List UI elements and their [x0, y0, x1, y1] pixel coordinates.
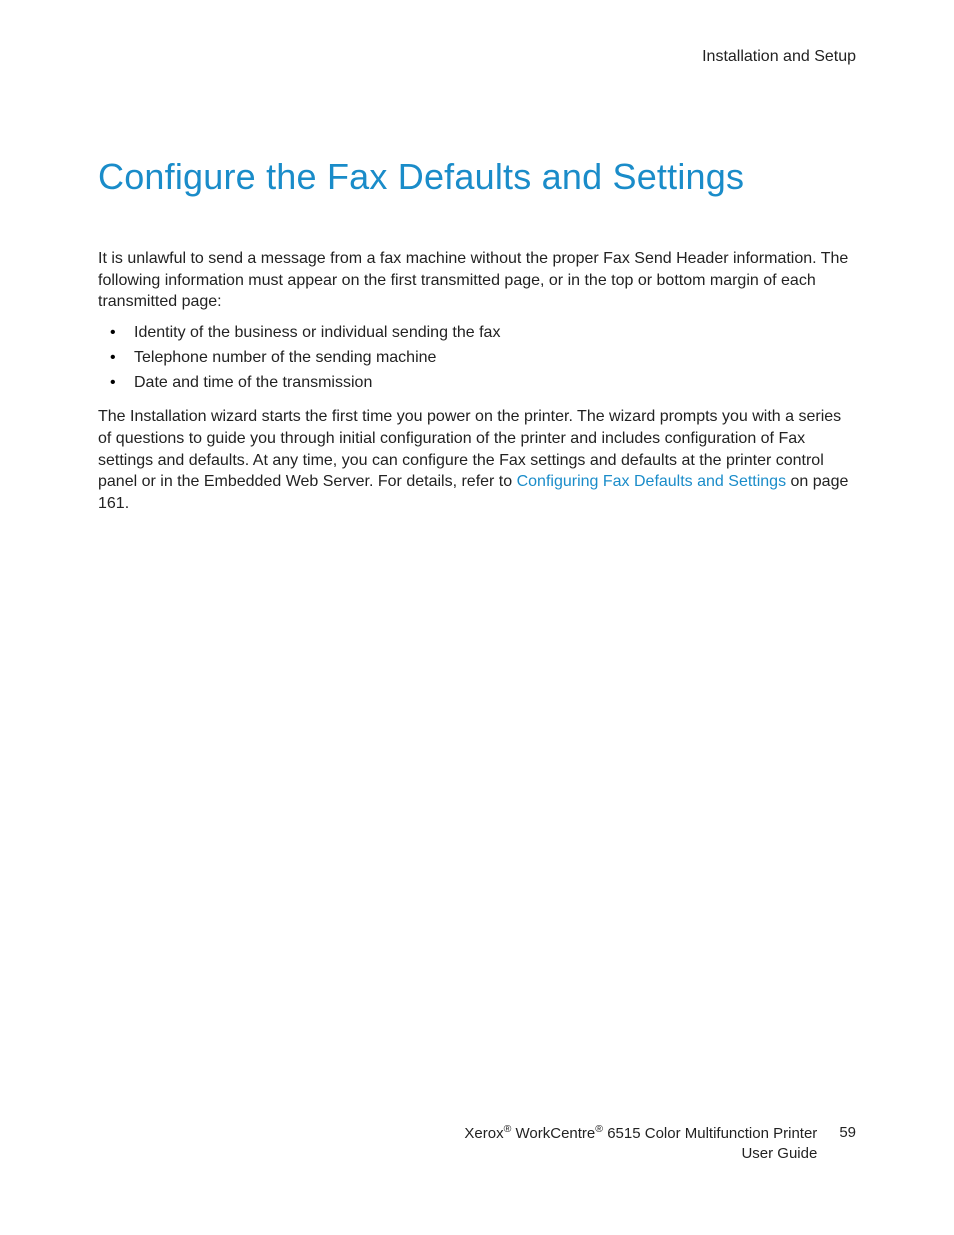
footer-brand-xerox: Xerox — [464, 1125, 503, 1142]
footer-product-info: Xerox® WorkCentre® 6515 Color Multifunct… — [464, 1123, 817, 1163]
intro-paragraph: It is unlawful to send a message from a … — [98, 248, 856, 313]
running-header: Installation and Setup — [98, 48, 856, 66]
list-item: Identity of the business or individual s… — [98, 321, 856, 344]
list-item: Telephone number of the sending machine — [98, 346, 856, 369]
page-title: Configure the Fax Defaults and Settings — [98, 156, 856, 198]
footer-product-name: 6515 Color Multifunction Printer — [603, 1125, 817, 1142]
registered-mark-icon: ® — [595, 1123, 603, 1135]
header-section-label: Installation and Setup — [702, 48, 856, 65]
cross-reference-link[interactable]: Configuring Fax Defaults and Settings — [517, 473, 786, 490]
page-footer: Xerox® WorkCentre® 6515 Color Multifunct… — [98, 1123, 856, 1163]
page-number: 59 — [839, 1123, 856, 1141]
requirements-list: Identity of the business or individual s… — [98, 321, 856, 395]
body-paragraph: The Installation wizard starts the first… — [98, 406, 856, 514]
list-item: Date and time of the transmission — [98, 371, 856, 394]
footer-guide-label: User Guide — [464, 1144, 817, 1164]
footer-brand-workcentre: WorkCentre — [511, 1125, 595, 1142]
